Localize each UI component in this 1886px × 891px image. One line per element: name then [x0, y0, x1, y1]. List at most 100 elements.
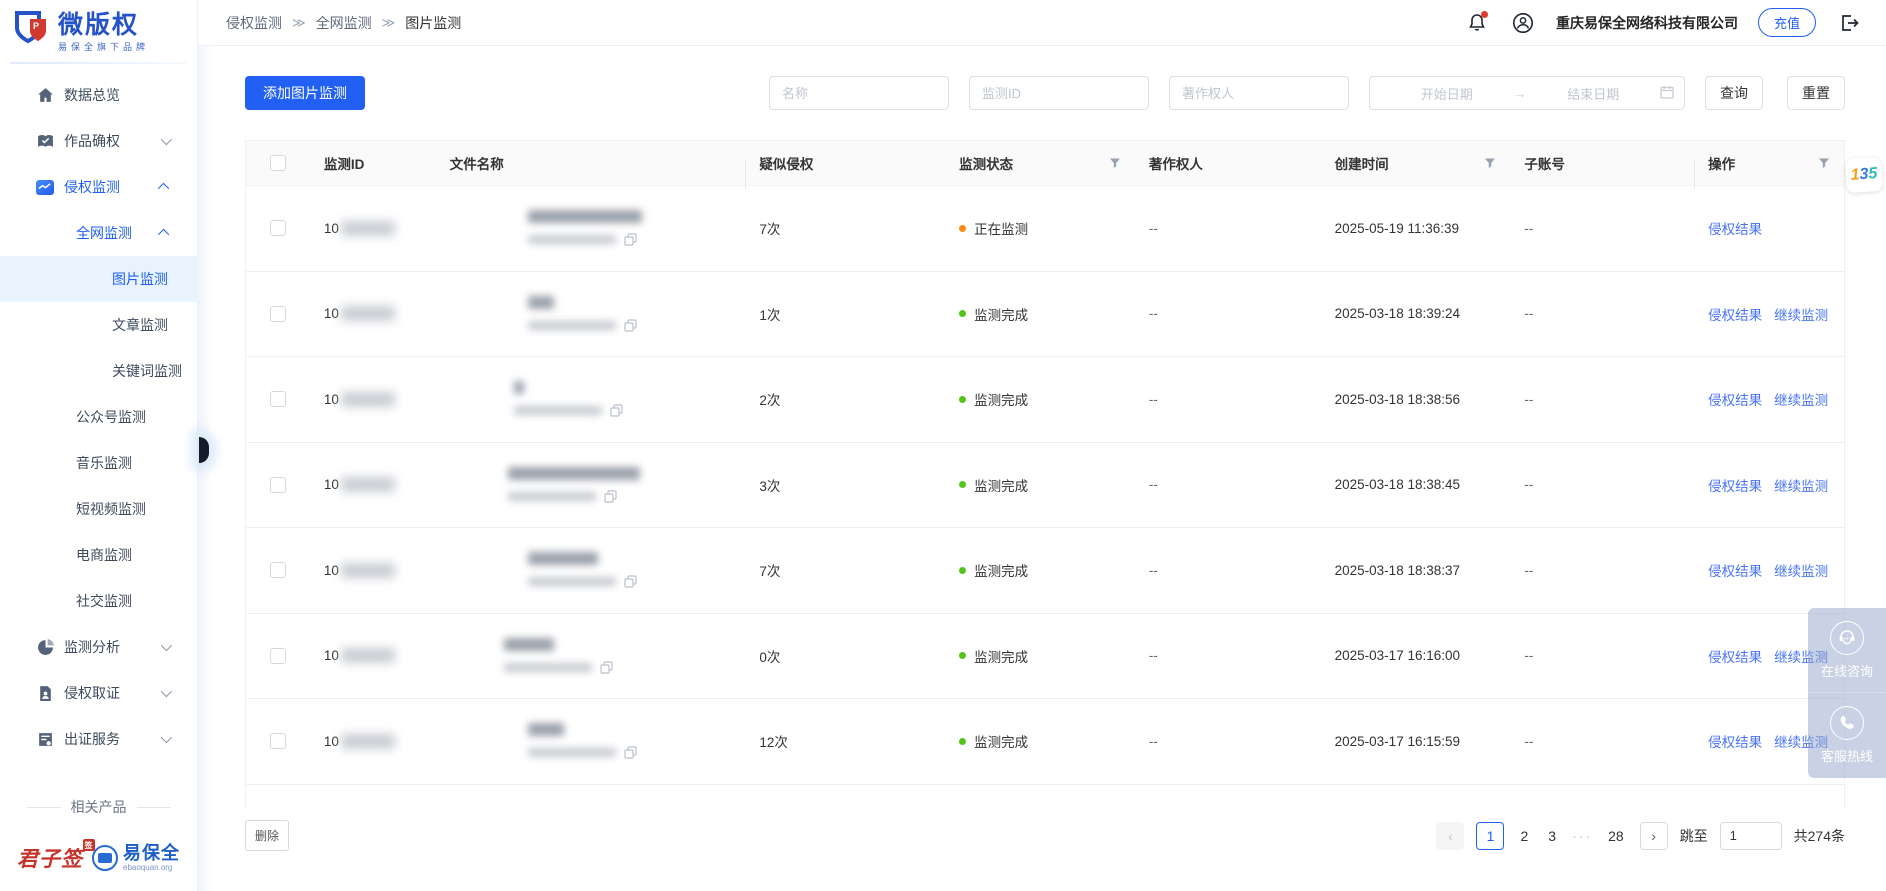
sidebar-item-ecommerce-monitor[interactable]: 电商监测	[0, 532, 197, 578]
file-thumbnail[interactable]	[450, 717, 514, 765]
row-checkbox[interactable]	[270, 306, 286, 322]
sidebar-item-monitor-analysis[interactable]: 监测分析	[0, 624, 197, 670]
infringement-result-link[interactable]: 侵权结果	[1708, 304, 1762, 324]
row-checkbox[interactable]	[270, 391, 286, 407]
search-button[interactable]: 查询	[1705, 76, 1763, 110]
sidebar-item-article-monitor[interactable]: 文章监测	[0, 302, 197, 348]
redacted-file-name	[504, 638, 554, 651]
notification-bell-icon[interactable]	[1464, 10, 1490, 36]
row-checkbox[interactable]	[270, 733, 286, 749]
monitor-id-cell: 10	[310, 563, 436, 578]
redacted-file-meta	[528, 748, 616, 757]
junzisign-logo[interactable]: 君子签签	[17, 843, 83, 873]
sub-account-cell: --	[1510, 648, 1694, 663]
delete-button[interactable]: 删除	[245, 820, 289, 851]
sidebar-item-infringement-monitor[interactable]: 侵权监测	[0, 164, 197, 210]
page-number-last[interactable]: 28	[1604, 828, 1628, 844]
status-dot	[959, 738, 966, 745]
jump-to-page-input[interactable]	[1720, 822, 1782, 850]
name-filter-input[interactable]	[769, 76, 949, 110]
sidebar-item-work-confirm[interactable]: 作品确权	[0, 118, 197, 164]
select-all-checkbox[interactable]	[270, 155, 286, 171]
page-number-1[interactable]: 1	[1476, 822, 1504, 850]
monitor-id-cell: 10	[310, 221, 436, 236]
file-thumbnail[interactable]	[450, 546, 514, 594]
company-name: 重庆易保全网络科技有限公司	[1556, 13, 1738, 33]
page-number-2[interactable]: 2	[1516, 828, 1532, 844]
infringement-result-link[interactable]: 侵权结果	[1708, 475, 1762, 495]
page-ellipsis[interactable]: ···	[1572, 828, 1592, 844]
continue-monitor-link[interactable]: 继续监测	[1774, 475, 1828, 495]
sidebar-menu: 数据总览 作品确权 侵权监测 全网监测 图片监测	[0, 72, 197, 762]
status-filter-icon[interactable]	[1109, 157, 1121, 169]
copy-icon[interactable]	[624, 233, 637, 246]
add-image-monitor-button[interactable]: 添加图片监测	[245, 76, 365, 110]
row-checkbox[interactable]	[270, 562, 286, 578]
copy-icon[interactable]	[624, 575, 637, 588]
sidebar-item-data-overview[interactable]: 数据总览	[0, 72, 197, 118]
copy-icon[interactable]	[600, 661, 613, 674]
breadcrumb-item[interactable]: 全网监测	[316, 13, 372, 33]
copy-icon[interactable]	[624, 746, 637, 759]
ebaoquan-logo[interactable]: 易保全 ebaoquan.org	[92, 844, 180, 872]
status-dot	[959, 481, 966, 488]
continue-monitor-link[interactable]: 继续监测	[1774, 389, 1828, 409]
service-hotline-button[interactable]: 客服热线	[1808, 693, 1886, 778]
redacted-file-name	[528, 723, 564, 736]
page-number-3[interactable]: 3	[1544, 828, 1560, 844]
sidebar-item-evidence[interactable]: 侵权取证	[0, 670, 197, 716]
file-thumbnail[interactable]	[450, 632, 490, 680]
app-window: P 微版权 易保全旗下品牌 数据总览 作品确权 侵权监测	[0, 0, 1886, 891]
copy-icon[interactable]	[624, 319, 637, 332]
next-page-button[interactable]: ›	[1640, 822, 1668, 850]
monitor-id-filter-input[interactable]	[969, 76, 1149, 110]
prev-page-button[interactable]: ‹	[1436, 822, 1464, 850]
infringement-result-link[interactable]: 侵权结果	[1708, 218, 1762, 238]
ebaoquan-badge-icon	[92, 845, 118, 871]
created-time-cell: 2025-05-19 11:36:39	[1321, 221, 1511, 236]
file-thumbnail[interactable]	[450, 375, 500, 423]
date-range-picker[interactable]: 开始日期 → 结束日期	[1369, 76, 1685, 110]
redacted-id	[341, 648, 395, 663]
sidebar-item-music-monitor[interactable]: 音乐监测	[0, 440, 197, 486]
infringement-result-link[interactable]: 侵权结果	[1708, 560, 1762, 580]
file-thumbnail[interactable]	[450, 204, 514, 252]
infringement-result-link[interactable]: 侵权结果	[1708, 646, 1762, 666]
sub-account-cell: --	[1510, 477, 1694, 492]
brand-logo[interactable]: P 微版权 易保全旗下品牌	[0, 0, 197, 62]
actions-filter-icon[interactable]	[1818, 157, 1830, 169]
continue-monitor-link[interactable]: 继续监测	[1774, 560, 1828, 580]
row-checkbox[interactable]	[270, 648, 286, 664]
column-header-suspected: 疑似侵权	[745, 153, 945, 173]
file-thumbnail[interactable]	[450, 461, 494, 509]
sidebar-item-image-monitor[interactable]: 图片监测	[0, 256, 197, 302]
sidebar-item-wechat-monitor[interactable]: 公众号监测	[0, 394, 197, 440]
sidebar-item-cert-service[interactable]: 出证服务	[0, 716, 197, 762]
sidebar-edge-glow	[198, 46, 212, 891]
continue-monitor-link[interactable]: 继续监测	[1774, 304, 1828, 324]
table-row: 10 7次	[246, 185, 1844, 271]
copy-icon[interactable]	[610, 404, 623, 417]
redacted-file-name	[528, 552, 598, 565]
infringement-result-link[interactable]: 侵权结果	[1708, 389, 1762, 409]
junzisign-seal-icon: 签	[83, 839, 95, 851]
row-checkbox[interactable]	[270, 220, 286, 236]
reset-button[interactable]: 重置	[1787, 76, 1845, 110]
logout-icon[interactable]	[1836, 10, 1862, 36]
sidebar-item-keyword-monitor[interactable]: 关键词监测	[0, 348, 197, 394]
sidebar-item-fullweb-monitor[interactable]: 全网监测	[0, 210, 197, 256]
created-filter-icon[interactable]	[1484, 157, 1496, 169]
row-checkbox[interactable]	[270, 477, 286, 493]
sidebar-item-social-monitor[interactable]: 社交监测	[0, 578, 197, 624]
breadcrumb-item[interactable]: 侵权监测	[226, 13, 282, 33]
svg-text:P: P	[33, 21, 39, 31]
recharge-button[interactable]: 充值	[1758, 8, 1816, 37]
owner-filter-input[interactable]	[1169, 76, 1349, 110]
online-chat-button[interactable]: 在线咨询	[1808, 608, 1886, 693]
actions-cell: 侵权结果 继续监测	[1694, 389, 1844, 409]
file-thumbnail[interactable]	[450, 290, 514, 338]
sidebar-item-shortvideo-monitor[interactable]: 短视频监测	[0, 486, 197, 532]
copy-icon[interactable]	[604, 490, 617, 503]
infringement-result-link[interactable]: 侵权结果	[1708, 731, 1762, 751]
user-avatar-icon[interactable]	[1510, 10, 1536, 36]
